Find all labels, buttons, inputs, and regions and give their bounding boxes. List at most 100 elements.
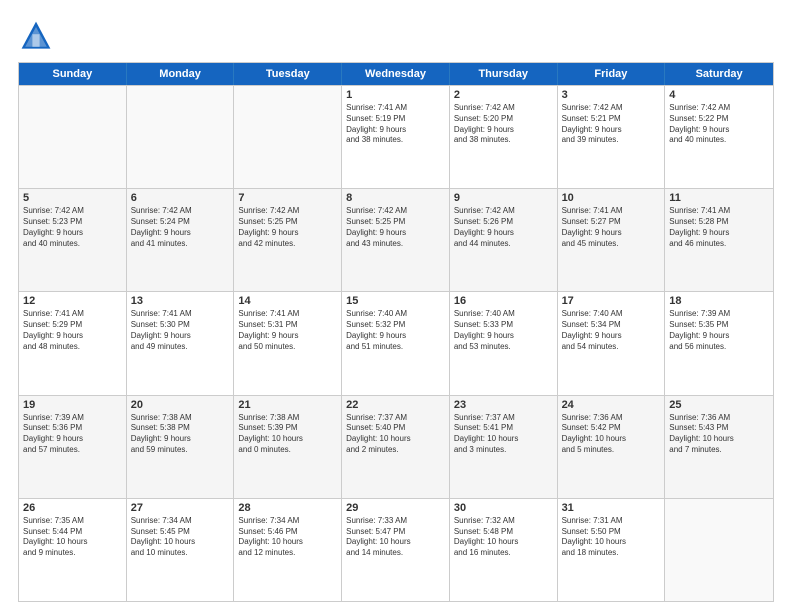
cell-line: and 46 minutes. xyxy=(669,239,769,250)
cell-line: Sunset: 5:29 PM xyxy=(23,320,122,331)
day-cell-29: 29Sunrise: 7:33 AMSunset: 5:47 PMDayligh… xyxy=(342,499,450,601)
cell-line: and 44 minutes. xyxy=(454,239,553,250)
cell-line: Sunset: 5:38 PM xyxy=(131,423,230,434)
cell-line: Sunrise: 7:41 AM xyxy=(238,309,337,320)
cell-line: Daylight: 10 hours xyxy=(238,537,337,548)
empty-cell-0-2 xyxy=(234,86,342,188)
calendar-header: SundayMondayTuesdayWednesdayThursdayFrid… xyxy=(19,63,773,85)
day-number: 29 xyxy=(346,502,445,514)
day-cell-3: 3Sunrise: 7:42 AMSunset: 5:21 PMDaylight… xyxy=(558,86,666,188)
day-number: 9 xyxy=(454,192,553,204)
cell-line: Sunset: 5:31 PM xyxy=(238,320,337,331)
cell-line: Sunset: 5:20 PM xyxy=(454,114,553,125)
cell-line: Sunrise: 7:32 AM xyxy=(454,516,553,527)
calendar: SundayMondayTuesdayWednesdayThursdayFrid… xyxy=(18,62,774,602)
cell-line: Daylight: 10 hours xyxy=(454,537,553,548)
cell-line: Sunrise: 7:36 AM xyxy=(562,413,661,424)
cell-line: Sunset: 5:35 PM xyxy=(669,320,769,331)
cell-line: Daylight: 9 hours xyxy=(669,125,769,136)
cell-line: and 5 minutes. xyxy=(562,445,661,456)
calendar-row-1: 5Sunrise: 7:42 AMSunset: 5:23 PMDaylight… xyxy=(19,188,773,291)
calendar-body: 1Sunrise: 7:41 AMSunset: 5:19 PMDaylight… xyxy=(19,85,773,601)
day-cell-21: 21Sunrise: 7:38 AMSunset: 5:39 PMDayligh… xyxy=(234,396,342,498)
day-number: 6 xyxy=(131,192,230,204)
cell-line: Sunrise: 7:34 AM xyxy=(131,516,230,527)
day-cell-7: 7Sunrise: 7:42 AMSunset: 5:25 PMDaylight… xyxy=(234,189,342,291)
cell-line: Sunrise: 7:41 AM xyxy=(131,309,230,320)
day-number: 15 xyxy=(346,295,445,307)
day-cell-18: 18Sunrise: 7:39 AMSunset: 5:35 PMDayligh… xyxy=(665,292,773,394)
day-cell-16: 16Sunrise: 7:40 AMSunset: 5:33 PMDayligh… xyxy=(450,292,558,394)
logo xyxy=(18,18,58,54)
cell-line: and 59 minutes. xyxy=(131,445,230,456)
cell-line: Sunset: 5:46 PM xyxy=(238,527,337,538)
cell-line: and 38 minutes. xyxy=(454,135,553,146)
day-number: 13 xyxy=(131,295,230,307)
cell-line: Sunset: 5:47 PM xyxy=(346,527,445,538)
day-cell-9: 9Sunrise: 7:42 AMSunset: 5:26 PMDaylight… xyxy=(450,189,558,291)
cell-line: Daylight: 9 hours xyxy=(454,228,553,239)
cell-line: and 50 minutes. xyxy=(238,342,337,353)
cell-line: Daylight: 9 hours xyxy=(346,331,445,342)
day-number: 24 xyxy=(562,399,661,411)
cell-line: Sunset: 5:24 PM xyxy=(131,217,230,228)
cell-line: and 9 minutes. xyxy=(23,548,122,559)
cell-line: Sunset: 5:36 PM xyxy=(23,423,122,434)
cell-line: Daylight: 9 hours xyxy=(562,228,661,239)
cell-line: Sunset: 5:21 PM xyxy=(562,114,661,125)
calendar-row-3: 19Sunrise: 7:39 AMSunset: 5:36 PMDayligh… xyxy=(19,395,773,498)
cell-line: Sunset: 5:41 PM xyxy=(454,423,553,434)
cell-line: and 41 minutes. xyxy=(131,239,230,250)
day-number: 3 xyxy=(562,89,661,101)
day-number: 17 xyxy=(562,295,661,307)
day-cell-30: 30Sunrise: 7:32 AMSunset: 5:48 PMDayligh… xyxy=(450,499,558,601)
cell-line: Sunrise: 7:41 AM xyxy=(23,309,122,320)
cell-line: Sunrise: 7:39 AM xyxy=(669,309,769,320)
cell-line: Daylight: 9 hours xyxy=(23,331,122,342)
cell-line: Daylight: 10 hours xyxy=(562,537,661,548)
day-number: 20 xyxy=(131,399,230,411)
day-number: 27 xyxy=(131,502,230,514)
day-cell-23: 23Sunrise: 7:37 AMSunset: 5:41 PMDayligh… xyxy=(450,396,558,498)
day-cell-8: 8Sunrise: 7:42 AMSunset: 5:25 PMDaylight… xyxy=(342,189,450,291)
cell-line: Sunset: 5:28 PM xyxy=(669,217,769,228)
cell-line: Daylight: 9 hours xyxy=(238,331,337,342)
day-number: 2 xyxy=(454,89,553,101)
cell-line: and 10 minutes. xyxy=(131,548,230,559)
cell-line: and 43 minutes. xyxy=(346,239,445,250)
cell-line: and 48 minutes. xyxy=(23,342,122,353)
cell-line: Sunset: 5:50 PM xyxy=(562,527,661,538)
cell-line: and 16 minutes. xyxy=(454,548,553,559)
cell-line: Sunset: 5:25 PM xyxy=(238,217,337,228)
cell-line: Daylight: 10 hours xyxy=(562,434,661,445)
day-cell-4: 4Sunrise: 7:42 AMSunset: 5:22 PMDaylight… xyxy=(665,86,773,188)
cell-line: and 45 minutes. xyxy=(562,239,661,250)
cell-line: Sunset: 5:27 PM xyxy=(562,217,661,228)
day-number: 31 xyxy=(562,502,661,514)
cell-line: Sunrise: 7:40 AM xyxy=(562,309,661,320)
day-number: 19 xyxy=(23,399,122,411)
day-number: 4 xyxy=(669,89,769,101)
cell-line: Sunrise: 7:34 AM xyxy=(238,516,337,527)
cell-line: Sunset: 5:32 PM xyxy=(346,320,445,331)
cell-line: Sunset: 5:42 PM xyxy=(562,423,661,434)
cell-line: Sunset: 5:30 PM xyxy=(131,320,230,331)
calendar-row-0: 1Sunrise: 7:41 AMSunset: 5:19 PMDaylight… xyxy=(19,85,773,188)
logo-icon xyxy=(18,18,54,54)
cell-line: Daylight: 9 hours xyxy=(23,434,122,445)
day-cell-17: 17Sunrise: 7:40 AMSunset: 5:34 PMDayligh… xyxy=(558,292,666,394)
cell-line: and 3 minutes. xyxy=(454,445,553,456)
cell-line: Sunset: 5:26 PM xyxy=(454,217,553,228)
cell-line: Sunset: 5:45 PM xyxy=(131,527,230,538)
cell-line: Sunrise: 7:42 AM xyxy=(238,206,337,217)
cell-line: Daylight: 9 hours xyxy=(562,331,661,342)
cell-line: and 12 minutes. xyxy=(238,548,337,559)
day-cell-2: 2Sunrise: 7:42 AMSunset: 5:20 PMDaylight… xyxy=(450,86,558,188)
day-cell-19: 19Sunrise: 7:39 AMSunset: 5:36 PMDayligh… xyxy=(19,396,127,498)
day-cell-13: 13Sunrise: 7:41 AMSunset: 5:30 PMDayligh… xyxy=(127,292,235,394)
cell-line: Sunrise: 7:37 AM xyxy=(346,413,445,424)
cell-line: and 40 minutes. xyxy=(669,135,769,146)
cell-line: Sunrise: 7:42 AM xyxy=(23,206,122,217)
day-cell-14: 14Sunrise: 7:41 AMSunset: 5:31 PMDayligh… xyxy=(234,292,342,394)
cell-line: and 54 minutes. xyxy=(562,342,661,353)
